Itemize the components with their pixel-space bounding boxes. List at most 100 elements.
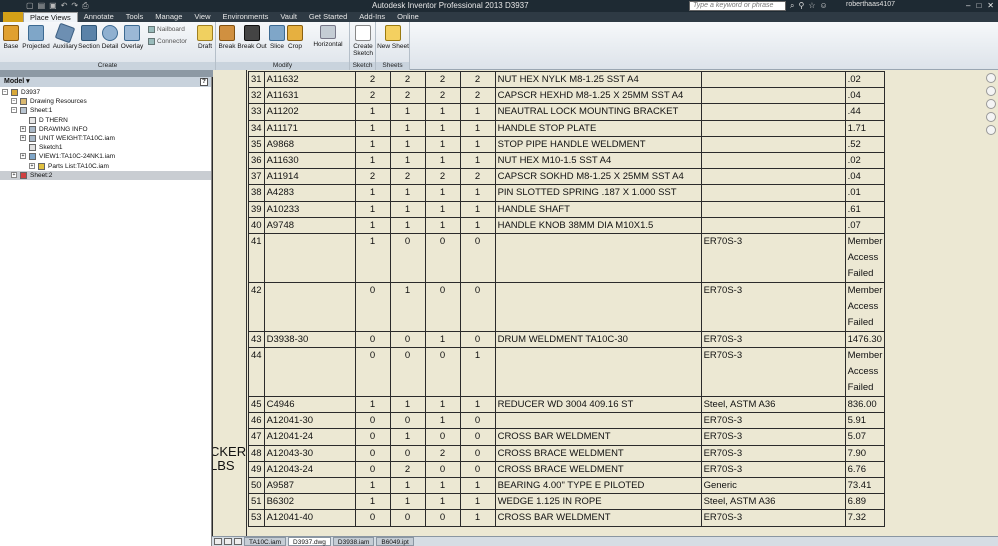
- tab-get-started[interactable]: Get Started: [303, 12, 353, 22]
- tree-node[interactable]: + UNIT WEIGHT:TA10C.iam: [0, 134, 211, 143]
- horizontal-dropdown[interactable]: Horizontal: [308, 25, 348, 48]
- table-row[interactable]: 31 A11632 2 2 2 2 NUT HEX NYLK M8-1.25 SST A4.…: [248, 70, 886, 89]
- zoom-icon[interactable]: [986, 99, 996, 109]
- tab-environments[interactable]: Environments: [217, 12, 275, 22]
- expand-toggle-icon[interactable]: +: [20, 153, 26, 160]
- overlay-view-button[interactable]: Overlay: [120, 25, 144, 50]
- tree-node[interactable]: D THERN: [0, 116, 211, 125]
- break-button[interactable]: Break: [218, 25, 236, 50]
- tab-add-ins[interactable]: Add-Ins: [353, 12, 391, 22]
- print-icon[interactable]: ⎙: [82, 1, 88, 11]
- tab-place-views[interactable]: Place Views: [23, 12, 78, 22]
- maximize-icon[interactable]: □: [976, 1, 981, 10]
- tab-vault[interactable]: Vault: [274, 12, 303, 22]
- table-row[interactable]: 43 D3938-30 0 0 1 0 DRUM WELDMENT TA10C-30 ER70…: [248, 330, 886, 349]
- new-sheet-button[interactable]: New Sheet: [377, 25, 409, 50]
- section-view-button[interactable]: Section: [78, 25, 100, 50]
- document-tab[interactable]: TA10C.iam: [244, 537, 287, 546]
- create-sketch-button[interactable]: Create Sketch: [351, 25, 375, 57]
- browser-header[interactable]: Model ▾ ?: [0, 77, 211, 87]
- table-row[interactable]: 40 A9748 1 1 1 1 HANDLE KNOB 38MM DIA M10X1.5.…: [248, 216, 886, 234]
- tree-node[interactable]: − Sheet:1: [0, 106, 211, 115]
- detail-view-button[interactable]: Detail: [100, 25, 120, 50]
- table-row[interactable]: 49 A12043-24 0 2 0 0 CROSS BRACE WELDMENT ER70S…: [248, 460, 886, 479]
- table-row[interactable]: 44 0 0 0 1 ER70S-3 Member Access Failed: [248, 347, 886, 398]
- table-row[interactable]: 48 A12043-30 0 0 2 0 CROSS BRACE WELDMENT ER70S…: [248, 444, 886, 462]
- table-row[interactable]: 51 B6302 1 1 1 1 WEDGE 1.125 IN ROPE Steel, AST…: [248, 493, 886, 511]
- open-icon[interactable]: ▤: [38, 1, 46, 11]
- tree-node[interactable]: − Drawing Resources: [0, 97, 211, 106]
- table-row[interactable]: 34 A11171 1 1 1 1 HANDLE STOP PLATE 1.71: [248, 119, 886, 137]
- table-row[interactable]: 42 0 1 0 0 ER70S-3 Member Access Failed: [248, 281, 886, 332]
- expand-toggle-icon[interactable]: +: [11, 171, 17, 178]
- expand-toggle-icon[interactable]: +: [20, 125, 26, 132]
- cascade-windows-icon[interactable]: [224, 538, 232, 545]
- search-icon[interactable]: ⌕: [790, 1, 794, 11]
- expand-toggle-icon[interactable]: +: [20, 134, 26, 141]
- tab-online[interactable]: Online: [391, 12, 425, 22]
- help-search-input[interactable]: Type a keyword or phrase: [689, 1, 786, 11]
- table-row[interactable]: 33 A11202 1 1 1 1 NEAUTRAL LOCK MOUNTING BRACK…: [248, 103, 886, 121]
- tree-node[interactable]: + Parts List:TA10C.iam: [0, 162, 211, 171]
- connector-button[interactable]: Connector: [148, 38, 187, 45]
- application-menu-button[interactable]: [3, 12, 23, 22]
- document-tab[interactable]: D3938.iam: [332, 537, 375, 546]
- break-out-button[interactable]: Break Out: [236, 25, 268, 50]
- nailboard-button[interactable]: Nailboard: [148, 26, 185, 33]
- expand-toggle-icon[interactable]: +: [29, 162, 35, 169]
- table-row[interactable]: 41 1 0 0 0 ER70S-3 Member Access Failed: [248, 232, 886, 283]
- orbit-icon[interactable]: [986, 112, 996, 122]
- expand-toggle-icon[interactable]: −: [11, 107, 17, 114]
- table-row[interactable]: 46 A12041-30 0 0 1 0 ER70S-3 5.91: [248, 412, 886, 430]
- binoculars-icon[interactable]: ⚲: [798, 1, 804, 11]
- table-row[interactable]: 39 A10233 1 1 1 1 HANDLE SHAFT .61: [248, 200, 886, 218]
- tab-annotate[interactable]: Annotate: [78, 12, 120, 22]
- tree-node[interactable]: + VIEW1:TA10C-24NK1.iam: [0, 152, 211, 161]
- draft-view-button[interactable]: Draft: [194, 25, 216, 50]
- star-icon[interactable]: ☆: [808, 1, 815, 11]
- projected-view-button[interactable]: Projected: [22, 25, 50, 50]
- table-row[interactable]: 53 A12041-40 0 0 0 1 CROSS BAR WELDMENT ER70S-3…: [248, 509, 886, 527]
- table-row[interactable]: 47 A12041-24 0 1 0 0 CROSS BAR WELDMENT ER70S-3…: [248, 428, 886, 446]
- undo-icon[interactable]: ↶: [61, 1, 68, 11]
- table-row[interactable]: 35 A9868 1 1 1 1 STOP PIPE HANDLE WELDMENT .52: [248, 135, 886, 153]
- expand-toggle-icon[interactable]: −: [2, 89, 8, 95]
- redo-icon[interactable]: ↷: [71, 1, 78, 11]
- table-row[interactable]: 37 A11914 2 2 2 2 CAPSCR SOKHD M8-1.25 X 25MM …: [248, 168, 886, 186]
- slice-button[interactable]: Slice: [268, 25, 286, 50]
- table-row[interactable]: 36 A11630 1 1 1 1 NUT HEX M10-1.5 SST A4.02: [248, 151, 886, 170]
- cell-q4: 1: [459, 396, 496, 414]
- tab-manage[interactable]: Manage: [149, 12, 188, 22]
- tab-tools[interactable]: Tools: [120, 12, 150, 22]
- table-row[interactable]: 50 A9587 1 1 1 1 BEARING 4.00" TYPE E PILOTED G…: [248, 476, 886, 495]
- drawing-sheet[interactable]: CKER LBS 31 A11632 2 2 2 2 NUT HEX NYLK M8-1.2…: [213, 70, 998, 536]
- new-icon[interactable]: ▢: [26, 1, 34, 11]
- document-tab[interactable]: D3937.dwg: [288, 537, 331, 546]
- minimize-icon[interactable]: –: [966, 1, 970, 10]
- base-view-button[interactable]: Base: [2, 25, 20, 50]
- parts-list-table[interactable]: 31 A11632 2 2 2 2 NUT HEX NYLK M8-1.25 SST A4.…: [248, 70, 886, 527]
- cell-wt: 6.76: [844, 460, 886, 479]
- tree-node[interactable]: + DRAWING INFO: [0, 125, 211, 134]
- help-icon[interactable]: ?: [200, 78, 208, 86]
- pan-icon[interactable]: [986, 86, 996, 96]
- user-icon[interactable]: ☺: [820, 1, 828, 11]
- table-row[interactable]: 38 A4283 1 1 1 1 PIN SLOTTED SPRING .187 X 1.0…: [248, 184, 886, 202]
- look-at-icon[interactable]: [986, 125, 996, 135]
- tree-node[interactable]: Sketch1: [0, 143, 211, 152]
- tree-node[interactable]: − D3937: [0, 88, 211, 97]
- arrange-windows-icon[interactable]: [234, 538, 242, 545]
- table-row[interactable]: 32 A11631 2 2 2 2 CAPSCR HEXHD M8-1.25 X 25MM …: [248, 87, 886, 105]
- tile-windows-icon[interactable]: [214, 538, 222, 545]
- close-icon[interactable]: ✕: [987, 1, 994, 10]
- steering-wheel-icon[interactable]: [986, 73, 996, 83]
- save-icon[interactable]: ▣: [49, 1, 57, 11]
- document-tab[interactable]: B6049.ipt: [376, 537, 414, 546]
- tree-node[interactable]: + Sheet:2: [0, 170, 211, 180]
- crop-button[interactable]: Crop: [286, 25, 304, 50]
- auxiliary-view-button[interactable]: Auxiliary: [52, 22, 78, 50]
- tab-view[interactable]: View: [188, 12, 216, 22]
- expand-toggle-icon[interactable]: −: [11, 98, 17, 105]
- signed-in-user[interactable]: roberthaas4107: [846, 1, 895, 8]
- table-row[interactable]: 45 C4946 1 1 1 1 REDUCER WD 3004 409.16 ST Stee…: [248, 396, 886, 414]
